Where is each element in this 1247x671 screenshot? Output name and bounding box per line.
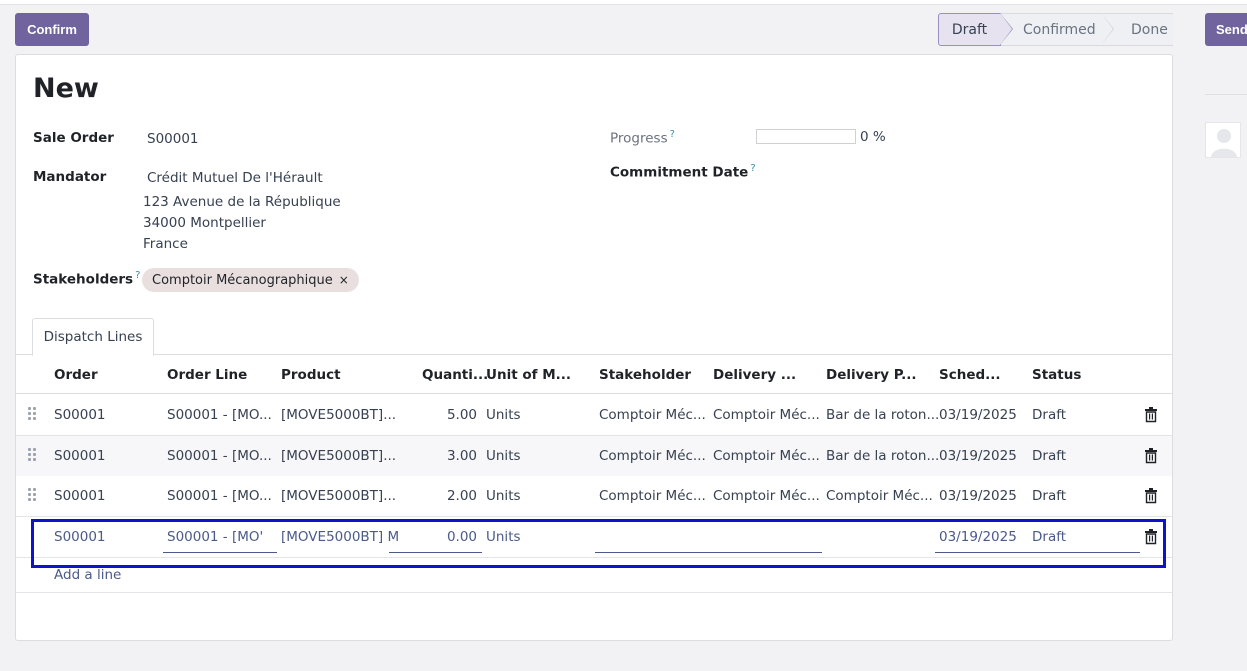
mandator-name[interactable]: Crédit Mutuel De l'Hérault — [147, 170, 323, 186]
cell-delivery-point[interactable]: Comptoir Méc... — [826, 488, 933, 504]
table-footer-divider — [16, 592, 1172, 593]
send-button[interactable]: Send — [1205, 13, 1247, 46]
tab-dispatch-lines[interactable]: Dispatch Lines — [32, 318, 154, 356]
record-title: New — [33, 73, 99, 104]
cell-order-line[interactable]: S00001 - [MO... — [167, 488, 272, 504]
stage-done-label: Done — [1131, 21, 1168, 38]
cell-status[interactable]: Draft — [1032, 407, 1066, 423]
column-header-product[interactable]: Product — [281, 367, 341, 383]
cell-delivery[interactable]: Comptoir Méc... — [713, 448, 820, 464]
progress-label-text: Progress — [610, 130, 668, 147]
cell-quantity[interactable]: 5.00 — [396, 407, 477, 423]
avatar — [1205, 122, 1241, 158]
cell-unit[interactable]: Units — [486, 448, 521, 464]
column-header-unit[interactable]: Unit of M... — [486, 367, 571, 383]
delete-row-icon[interactable] — [1144, 488, 1158, 504]
stakeholders-label-text: Stakeholders — [33, 271, 134, 288]
progress-label: Progress? — [610, 129, 675, 147]
column-header-delivery[interactable]: Delivery ... — [713, 367, 796, 383]
remove-tag-icon[interactable]: × — [339, 273, 349, 287]
column-header-order[interactable]: Order — [54, 367, 98, 383]
add-line-link[interactable]: Add a line — [54, 567, 121, 583]
top-bar — [0, 0, 1247, 5]
stage-draft-label: Draft — [951, 21, 988, 38]
notebook-tabs: Dispatch Lines — [16, 318, 1172, 356]
commitment-date-label-text: Commitment Date — [610, 164, 749, 181]
mandator-address-line: 123 Avenue de la République — [143, 194, 341, 210]
delete-row-icon[interactable] — [1144, 448, 1158, 464]
column-header-delivery-point[interactable]: Delivery P... — [826, 367, 917, 383]
cell-product[interactable]: [MOVE5000BT]... — [281, 488, 396, 504]
cell-delivery-point[interactable]: Bar de la roton... — [826, 448, 939, 464]
cell-stakeholder[interactable]: Comptoir Méc... — [599, 448, 706, 464]
table-row[interactable]: S00001 S00001 - [MO... [MOVE5000BT]... 2.00… — [16, 476, 1172, 517]
cell-delivery-point[interactable]: Bar de la roton... — [826, 407, 939, 423]
column-header-order-line[interactable]: Order Line — [167, 367, 247, 383]
table-header: Order Order Line Product Quanti... Unit … — [16, 355, 1172, 394]
cell-order[interactable]: S00001 — [54, 407, 106, 423]
help-icon[interactable]: ? — [750, 163, 755, 174]
status-bar: Draft Confirmed Done — [938, 13, 1173, 46]
cell-stakeholder[interactable]: Comptoir Méc... — [599, 488, 706, 504]
stage-confirmed[interactable]: Confirmed — [1001, 13, 1114, 46]
cell-status[interactable]: Draft — [1032, 448, 1066, 464]
stakeholder-tag[interactable]: Comptoir Mécanographique × — [142, 268, 359, 292]
confirm-button[interactable]: Confirm — [15, 13, 89, 46]
cell-scheduled-date[interactable]: 03/19/2025 — [939, 488, 1017, 504]
column-header-status[interactable]: Status — [1032, 367, 1081, 383]
commitment-date-label: Commitment Date? — [610, 163, 756, 181]
cell-scheduled-date[interactable]: 03/19/2025 — [939, 407, 1017, 423]
cell-delivery[interactable]: Comptoir Méc... — [713, 407, 820, 423]
progress-bar — [756, 129, 856, 144]
cell-stakeholder[interactable]: Comptoir Méc... — [599, 407, 706, 423]
cell-order-line[interactable]: S00001 - [MO... — [167, 407, 272, 423]
cell-unit[interactable]: Units — [486, 488, 521, 504]
help-icon[interactable]: ? — [670, 129, 675, 140]
stakeholder-tag-label: Comptoir Mécanographique — [152, 272, 333, 288]
cell-quantity[interactable]: 2.00 — [396, 488, 477, 504]
mandator-address-line: France — [143, 236, 188, 252]
stage-draft[interactable]: Draft — [938, 13, 1013, 46]
stakeholders-label: Stakeholders? — [33, 270, 140, 288]
cell-order-line[interactable]: S00001 - [MO... — [167, 448, 272, 464]
drag-handle-icon[interactable] — [28, 448, 38, 464]
progress-value: 0 % — [860, 129, 886, 145]
sale-order-label: Sale Order — [33, 130, 114, 146]
column-header-quantity[interactable]: Quanti... — [422, 367, 488, 383]
chatter-divider — [1205, 94, 1247, 95]
drag-handle-icon[interactable] — [28, 407, 38, 423]
sale-order-field[interactable]: S00001 — [147, 131, 199, 147]
cell-quantity[interactable]: 3.00 — [396, 448, 477, 464]
cell-status[interactable]: Draft — [1032, 488, 1066, 504]
cell-product[interactable]: [MOVE5000BT]... — [281, 448, 396, 464]
table-row[interactable]: S00001 S00001 - [MO... [MOVE5000BT]... 3.00… — [16, 436, 1172, 477]
mandator-address-line: 34000 Montpellier — [143, 215, 266, 231]
mandator-label: Mandator — [33, 169, 107, 185]
column-header-scheduled[interactable]: Sched... — [939, 367, 1001, 383]
drag-handle-icon[interactable] — [28, 488, 38, 504]
column-header-stakeholder[interactable]: Stakeholder — [599, 367, 691, 383]
user-placeholder-icon — [1211, 129, 1237, 157]
cell-scheduled-date[interactable]: 03/19/2025 — [939, 448, 1017, 464]
cell-order[interactable]: S00001 — [54, 488, 106, 504]
cell-product[interactable]: [MOVE5000BT]... — [281, 407, 396, 423]
help-icon[interactable]: ? — [135, 270, 140, 281]
table-row[interactable]: S00001 S00001 - [MO... [MOVE5000BT]... 5.00… — [16, 395, 1172, 436]
stage-confirmed-label: Confirmed — [1023, 21, 1096, 38]
cell-unit[interactable]: Units — [486, 407, 521, 423]
selected-row-highlight — [31, 519, 1166, 568]
cell-delivery[interactable]: Comptoir Méc... — [713, 488, 820, 504]
cell-order[interactable]: S00001 — [54, 448, 106, 464]
delete-row-icon[interactable] — [1144, 407, 1158, 423]
